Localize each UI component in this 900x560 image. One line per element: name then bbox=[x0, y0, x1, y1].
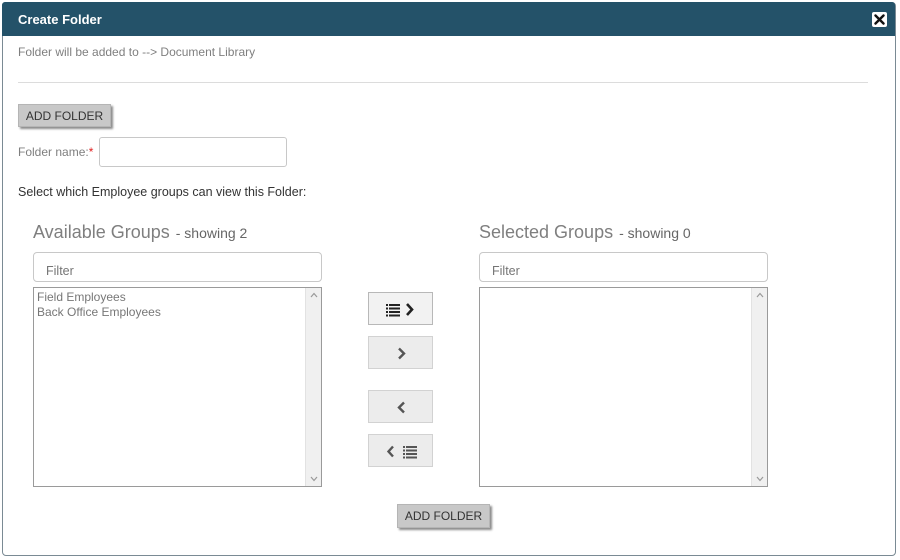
scroll-down-icon[interactable] bbox=[756, 476, 764, 482]
move-left-button[interactable] bbox=[368, 390, 433, 423]
selected-groups-label: Selected Groups bbox=[479, 222, 614, 242]
selected-filter-input[interactable] bbox=[479, 252, 768, 282]
move-right-button[interactable] bbox=[368, 336, 433, 369]
available-scrollbar[interactable] bbox=[305, 288, 321, 486]
chevron-left-icon bbox=[397, 401, 405, 414]
close-icon bbox=[874, 14, 885, 25]
list-item[interactable]: Back Office Employees bbox=[37, 305, 161, 320]
list-item[interactable]: Field Employees bbox=[37, 290, 161, 305]
scroll-down-icon[interactable] bbox=[310, 476, 318, 482]
close-button[interactable] bbox=[872, 12, 887, 27]
available-groups-listbox[interactable]: Field Employees Back Office Employees bbox=[33, 287, 322, 487]
add-folder-button-bottom[interactable]: ADD FOLDER bbox=[397, 504, 490, 528]
selected-groups-count: - showing 0 bbox=[619, 225, 691, 241]
dialog-titlebar: Create Folder bbox=[2, 2, 895, 36]
folder-name-label: Folder name:* bbox=[18, 145, 93, 159]
destination-text: Folder will be added to --> Document Lib… bbox=[18, 45, 256, 59]
move-all-right-button[interactable] bbox=[368, 292, 433, 325]
selected-scrollbar[interactable] bbox=[751, 288, 767, 486]
selected-groups-title: Selected Groups - showing 0 bbox=[479, 222, 691, 243]
scroll-up-icon[interactable] bbox=[310, 292, 318, 298]
divider bbox=[18, 82, 868, 83]
available-groups-title: Available Groups - showing 2 bbox=[33, 222, 247, 243]
add-folder-button-top[interactable]: ADD FOLDER bbox=[18, 104, 111, 127]
list-chevron-right-icon bbox=[386, 303, 414, 317]
available-groups-list: Field Employees Back Office Employees bbox=[37, 290, 161, 320]
required-marker: * bbox=[88, 145, 94, 159]
chevron-left-list-icon bbox=[386, 445, 417, 459]
select-groups-prompt: Select which Employee groups can view th… bbox=[18, 185, 307, 199]
selected-groups-listbox[interactable] bbox=[479, 287, 768, 487]
dialog-title: Create Folder bbox=[18, 12, 102, 27]
move-all-left-button[interactable] bbox=[368, 434, 433, 467]
available-filter-input[interactable] bbox=[33, 252, 322, 282]
scroll-up-icon[interactable] bbox=[756, 292, 764, 298]
chevron-right-icon bbox=[398, 347, 406, 360]
available-groups-label: Available Groups bbox=[33, 222, 170, 242]
available-groups-count: - showing 2 bbox=[175, 225, 248, 241]
folder-name-input[interactable] bbox=[99, 137, 287, 167]
folder-name-label-text: Folder name: bbox=[18, 145, 89, 159]
